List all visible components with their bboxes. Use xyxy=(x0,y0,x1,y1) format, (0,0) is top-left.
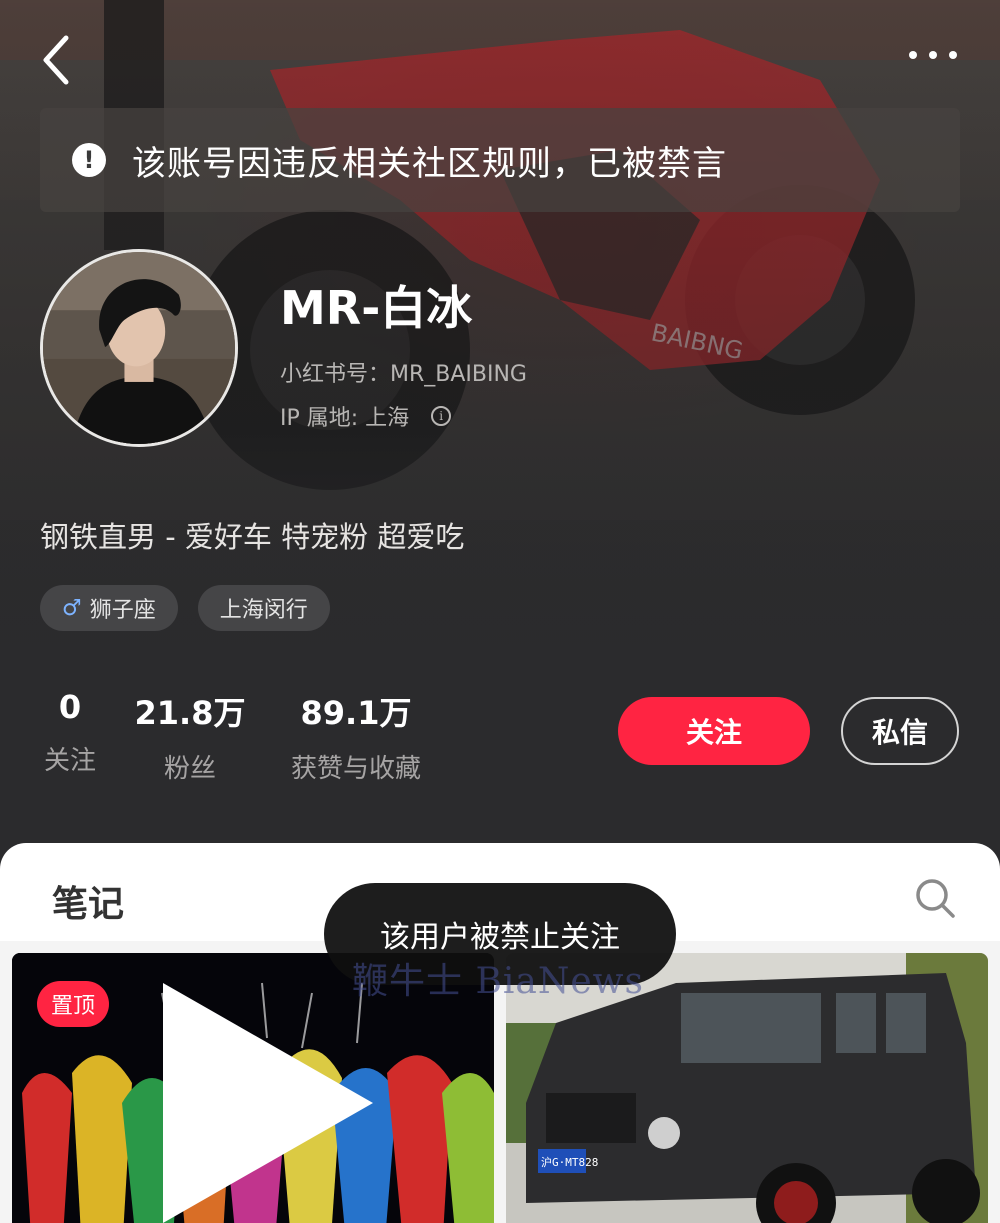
chevron-left-icon xyxy=(43,35,69,85)
stat-likes-label: 获赞与收藏 xyxy=(290,754,421,784)
tag-location: 上海闵行 xyxy=(197,585,330,631)
follow-button[interactable]: 关注 xyxy=(618,697,810,765)
info-icon[interactable]: i xyxy=(431,406,452,426)
ban-notice-text: 该账号因违反相关社区规则，已被禁言 xyxy=(132,143,727,184)
profile-bio: 钢铁直男 - 爱好车 特宠粉 超爱吃 xyxy=(40,520,465,554)
tag-zodiac-label: 狮子座 xyxy=(89,598,156,623)
search-button[interactable] xyxy=(914,877,956,919)
profile-nickname: MR-白冰 xyxy=(280,281,473,335)
avatar[interactable] xyxy=(40,249,238,447)
license-plate: 沪G·MT828 xyxy=(541,1155,598,1169)
search-icon xyxy=(916,879,955,918)
stat-fans-label: 粉丝 xyxy=(163,754,216,784)
watermark: 鞭牛士 BiaNews xyxy=(352,961,644,1002)
stat-likes-collections[interactable]: 89.1万 获赞与收藏 xyxy=(278,688,434,785)
tag-location-label: 上海闵行 xyxy=(219,598,308,623)
ban-notice-banner: ! 该账号因违反相关社区规则，已被禁言 xyxy=(40,108,960,212)
stat-fans[interactable]: 21.8万 粉丝 xyxy=(130,688,250,785)
stat-following[interactable]: 0 关注 xyxy=(38,688,102,777)
more-dots-icon xyxy=(909,51,917,59)
exclamation-circle-icon: ! xyxy=(72,143,106,177)
ip-location: IP 属地: 上海 i xyxy=(280,400,452,432)
stat-fans-value: 21.8万 xyxy=(134,694,246,732)
red-id-text[interactable]: 小红书号：MR_BAIBING xyxy=(280,356,527,388)
more-options-button[interactable] xyxy=(905,40,961,70)
stat-following-value: 0 xyxy=(58,688,82,726)
stat-likes-value: 89.1万 xyxy=(300,694,412,732)
stat-following-label: 关注 xyxy=(43,746,96,776)
avatar-photo xyxy=(43,252,235,444)
profile-tags: ♂ 狮子座 上海闵行 xyxy=(40,585,350,631)
back-button[interactable] xyxy=(38,32,78,88)
male-gender-icon: ♂ xyxy=(62,595,82,621)
message-button[interactable]: 私信 xyxy=(841,697,959,765)
tab-notes[interactable]: 笔记 xyxy=(52,875,124,927)
tag-zodiac: ♂ 狮子座 xyxy=(40,585,178,631)
ip-location-text: IP 属地: 上海 xyxy=(280,406,410,431)
